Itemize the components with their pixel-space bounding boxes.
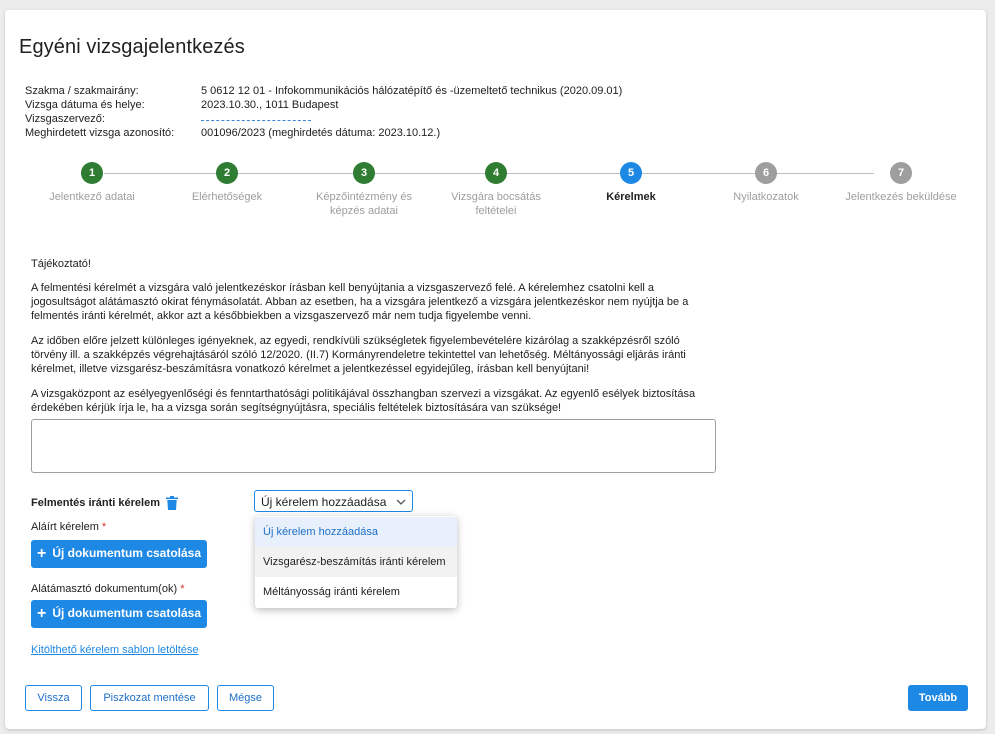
dropdown-option[interactable]: Vizsgarész-beszámítás iránti kérelem — [255, 547, 457, 577]
request-type-select[interactable]: Új kérelem hozzáadása — [254, 490, 413, 512]
plus-icon: + — [36, 545, 47, 562]
attach-signed-document-button[interactable]: + Új dokumentum csatolása — [31, 540, 207, 568]
redacted-mark — [201, 118, 311, 121]
step-number: 4 — [485, 162, 507, 184]
attach-supporting-document-button[interactable]: + Új dokumentum csatolása — [31, 600, 207, 628]
select-value: Új kérelem hozzáadása — [261, 495, 387, 509]
next-button[interactable]: Tovább — [908, 685, 968, 711]
template-download-link[interactable]: Kitölthető kérelem sablon letöltése — [31, 644, 199, 656]
supporting-docs-label: Alátámasztó dokumentum(ok) * — [31, 583, 184, 595]
step-label: Jelentkező adatai — [49, 191, 135, 203]
step-7[interactable]: 7 Jelentkezés beküldése — [833, 162, 969, 204]
info-key: Meghirdetett vizsga azonosító: — [25, 127, 175, 139]
notice-paragraph-2: Az időben előre jelzett különleges igény… — [31, 335, 686, 375]
notice-heading: Tájékoztató! — [31, 258, 91, 270]
step-number: 1 — [81, 162, 103, 184]
step-5[interactable]: 5 Kérelmek — [563, 162, 699, 204]
trash-icon[interactable] — [166, 496, 178, 510]
progress-stepper: 1 Jelentkező adatai 2 Elérhetőségek 3 Ké… — [24, 162, 974, 222]
plus-icon: + — [36, 605, 47, 622]
notice-paragraph-1: A felmentési kérelmét a vizsgára való je… — [31, 282, 689, 322]
required-mark: * — [180, 583, 185, 595]
page-title: Egyéni vizsgajelentkezés — [19, 36, 245, 58]
step-label: Kérelmek — [606, 191, 656, 203]
step-number: 6 — [755, 162, 777, 184]
required-mark: * — [101, 521, 107, 533]
step-number: 2 — [216, 162, 238, 184]
back-button[interactable]: Vissza — [25, 685, 82, 711]
request-type-dropdown: Új kérelem hozzáadása Vizsgarész-beszámí… — [255, 516, 457, 608]
step-label: Nyilatkozatok — [733, 191, 799, 203]
dropdown-option[interactable]: Új kérelem hozzáadása — [255, 517, 457, 547]
special-needs-textarea[interactable] — [31, 419, 716, 473]
info-key: Vizsgaszervező: — [25, 113, 105, 125]
info-value: 5 0612 12 01 - Infokommunikációs hálózat… — [201, 85, 623, 97]
step-label: Jelentkezés beküldése — [845, 191, 957, 203]
info-value: 001096/2023 (meghirdetés dátuma: 2023.10… — [201, 127, 441, 139]
step-3[interactable]: 3 Képzőintézmény és képzés adatai — [296, 162, 432, 218]
cancel-button[interactable]: Mégse — [217, 685, 274, 711]
step-number: 5 — [620, 162, 642, 184]
info-value-redacted — [201, 113, 311, 125]
step-1[interactable]: 1 Jelentkező adatai — [24, 162, 160, 204]
signed-request-label: Aláírt kérelem * — [31, 521, 106, 533]
step-2[interactable]: 2 Elérhetőségek — [159, 162, 295, 204]
step-number: 7 — [890, 162, 912, 184]
notice-paragraph-3: A vizsgaközpont az esélyegyenlőségi és f… — [31, 388, 696, 414]
info-value: 2023.10.30., 1011 Budapest — [201, 99, 339, 111]
info-key: Szakma / szakmairány: — [25, 85, 139, 97]
button-label: Új dokumentum csatolása — [52, 546, 202, 560]
step-label: Vizsgára bocsátás feltételei — [451, 191, 541, 217]
info-key: Vizsga dátuma és helye: — [25, 99, 145, 111]
button-label: Új dokumentum csatolása — [52, 606, 202, 620]
request-label: Felmentés iránti kérelem — [31, 497, 161, 509]
step-number: 3 — [353, 162, 375, 184]
signed-request-text: Aláírt kérelem — [31, 521, 99, 533]
step-label: Képzőintézmény és képzés adatai — [316, 191, 412, 217]
step-4[interactable]: 4 Vizsgára bocsátás feltételei — [428, 162, 564, 218]
step-label: Elérhetőségek — [191, 191, 263, 203]
save-draft-button[interactable]: Piszkozat mentése — [90, 685, 209, 711]
step-6[interactable]: 6 Nyilatkozatok — [698, 162, 834, 204]
dropdown-option[interactable]: Méltányosság iránti kérelem — [255, 577, 457, 607]
supporting-docs-text: Alátámasztó dokumentum(ok) — [31, 583, 178, 595]
